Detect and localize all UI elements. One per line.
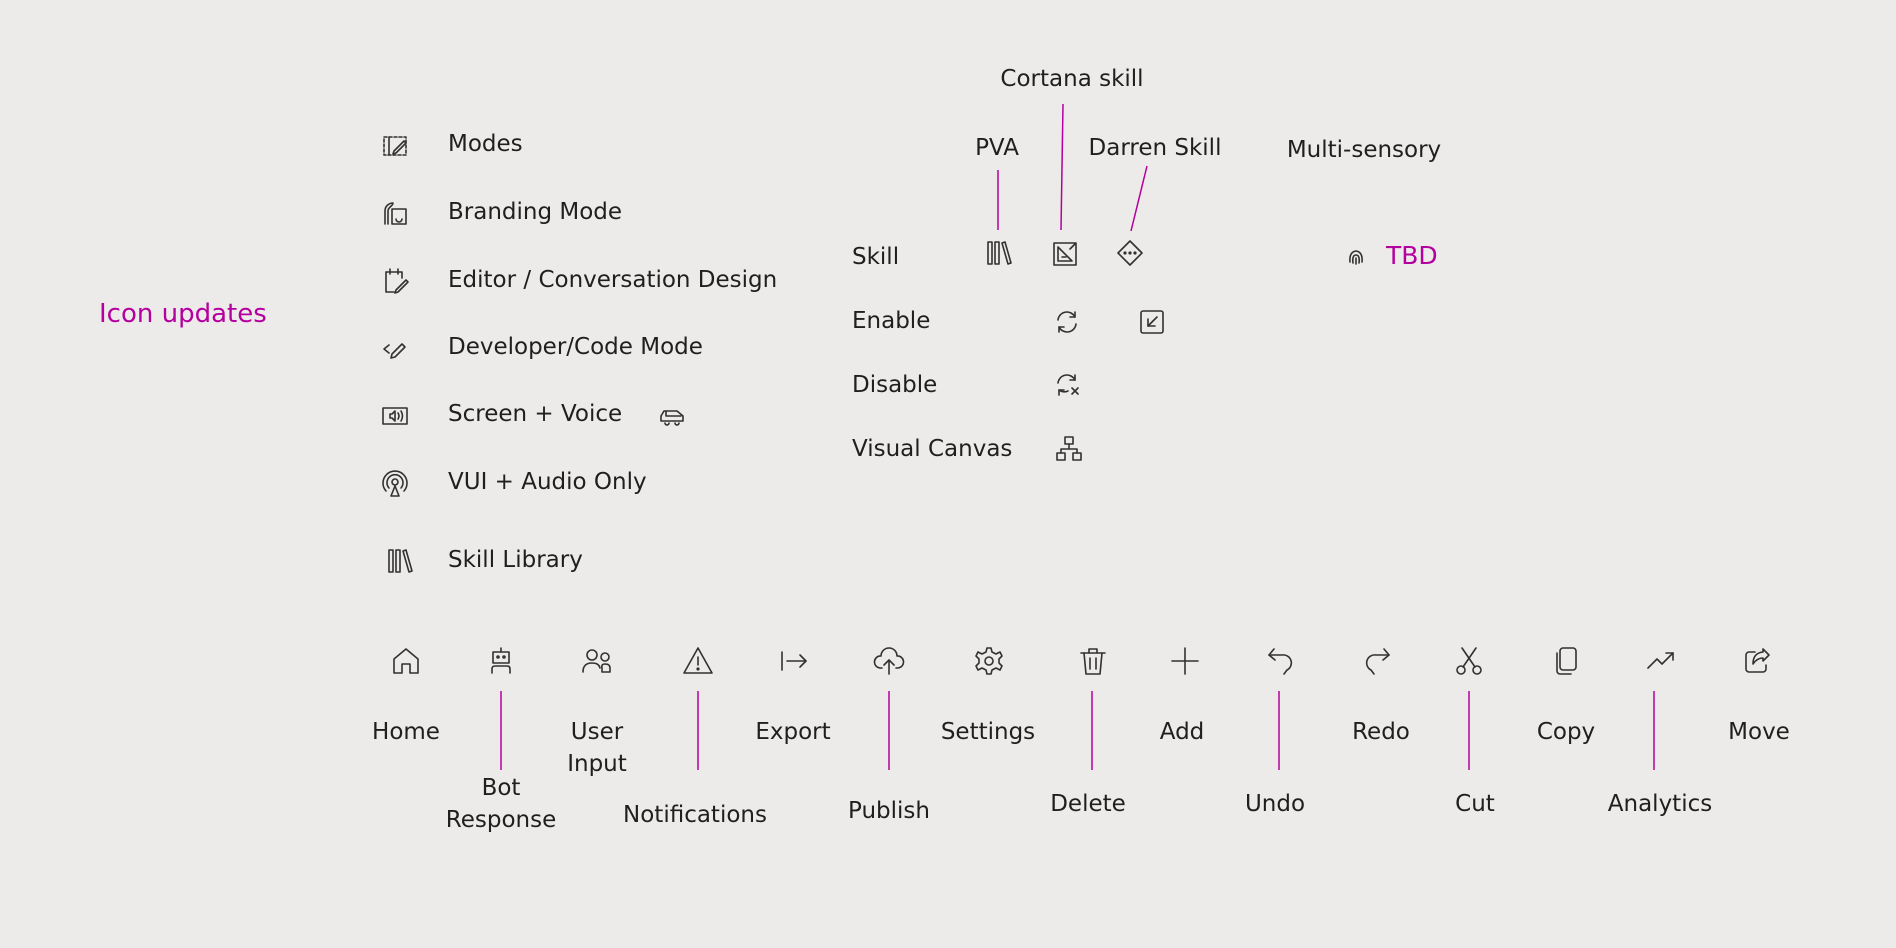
ruler-triangle-icon	[1050, 239, 1080, 269]
row-label-skill: Skill	[852, 244, 900, 270]
mode-label-audio: VUI + Audio Only	[448, 469, 647, 495]
library-icon	[385, 546, 415, 576]
toolbar-label-move: Move	[1728, 719, 1790, 745]
home-icon[interactable]	[389, 644, 423, 678]
pva-library-icon	[984, 238, 1014, 268]
code-icon	[380, 334, 410, 364]
vehicle-icon	[657, 401, 687, 431]
toolbar-label-export: Export	[755, 719, 831, 745]
undo-icon[interactable]	[1264, 644, 1298, 678]
toolbar-label-analytics: Analytics	[1607, 791, 1713, 817]
copy-icon[interactable]	[1549, 644, 1583, 678]
trend-icon[interactable]	[1644, 644, 1678, 678]
export-icon[interactable]	[777, 644, 811, 678]
mode-label-code: Developer/Code Mode	[448, 334, 703, 360]
screen-voice-icon	[380, 401, 410, 431]
toolbar-label-user-input: User Input	[567, 719, 627, 777]
page-title: Icon updates	[99, 299, 267, 329]
sync-off-icon	[1052, 370, 1082, 400]
scissors-icon[interactable]	[1452, 644, 1486, 678]
mode-label-screen-voice: Screen + Voice	[448, 401, 623, 427]
toolbar-label-home: Home	[372, 719, 440, 745]
mode-label-library: Skill Library	[448, 547, 583, 573]
row-label-enable: Enable	[852, 308, 931, 334]
diamond-dots-icon	[1115, 238, 1145, 268]
mode-label-editor: Editor / Conversation Design	[448, 267, 778, 293]
row-label-visual-canvas: Visual Canvas	[852, 436, 1013, 462]
multi-sensory-label: Multi-sensory	[1286, 137, 1442, 163]
row-label-disable: Disable	[852, 372, 938, 398]
gear-icon[interactable]	[972, 644, 1006, 678]
tbd-label: TBD	[1386, 241, 1438, 270]
toolbar-label-redo: Redo	[1352, 719, 1410, 745]
editor-icon	[380, 266, 410, 296]
toolbar-label-bot-response: Bot Response	[445, 775, 557, 833]
modes-icon	[380, 131, 410, 161]
fingerprint-icon	[1341, 242, 1371, 272]
toolbar-label-cut: Cut	[1455, 791, 1495, 817]
mode-label-modes: Modes	[448, 131, 523, 157]
share-icon[interactable]	[1740, 644, 1774, 678]
toolbar-label-delete: Delete	[1050, 791, 1126, 817]
pva-label: PVA	[975, 135, 1019, 161]
darren-skill-label: Darren Skill	[1088, 135, 1222, 161]
warning-icon[interactable]	[681, 644, 715, 678]
user-input-icon[interactable]	[580, 644, 614, 678]
branding-icon	[380, 199, 410, 229]
plus-icon[interactable]	[1168, 644, 1202, 678]
toolbar-label-undo: Undo	[1244, 791, 1306, 817]
toolbar-label-add: Add	[1159, 719, 1205, 745]
redo-icon[interactable]	[1360, 644, 1394, 678]
cortana-skill-label: Cortana skill	[1000, 66, 1144, 92]
cloud-upload-icon[interactable]	[872, 644, 906, 678]
sync-icon	[1052, 307, 1082, 337]
audio-icon	[380, 469, 410, 499]
trash-icon[interactable]	[1076, 644, 1110, 678]
arrow-down-left-icon	[1137, 307, 1167, 337]
toolbar-label-notifications: Notifications	[623, 802, 767, 828]
mode-label-branding: Branding Mode	[448, 199, 623, 225]
org-chart-icon	[1054, 434, 1084, 464]
bot-icon[interactable]	[484, 644, 518, 678]
toolbar-label-publish: Publish	[848, 798, 930, 824]
toolbar-label-copy: Copy	[1536, 719, 1596, 745]
toolbar-label-settings: Settings	[940, 719, 1036, 745]
